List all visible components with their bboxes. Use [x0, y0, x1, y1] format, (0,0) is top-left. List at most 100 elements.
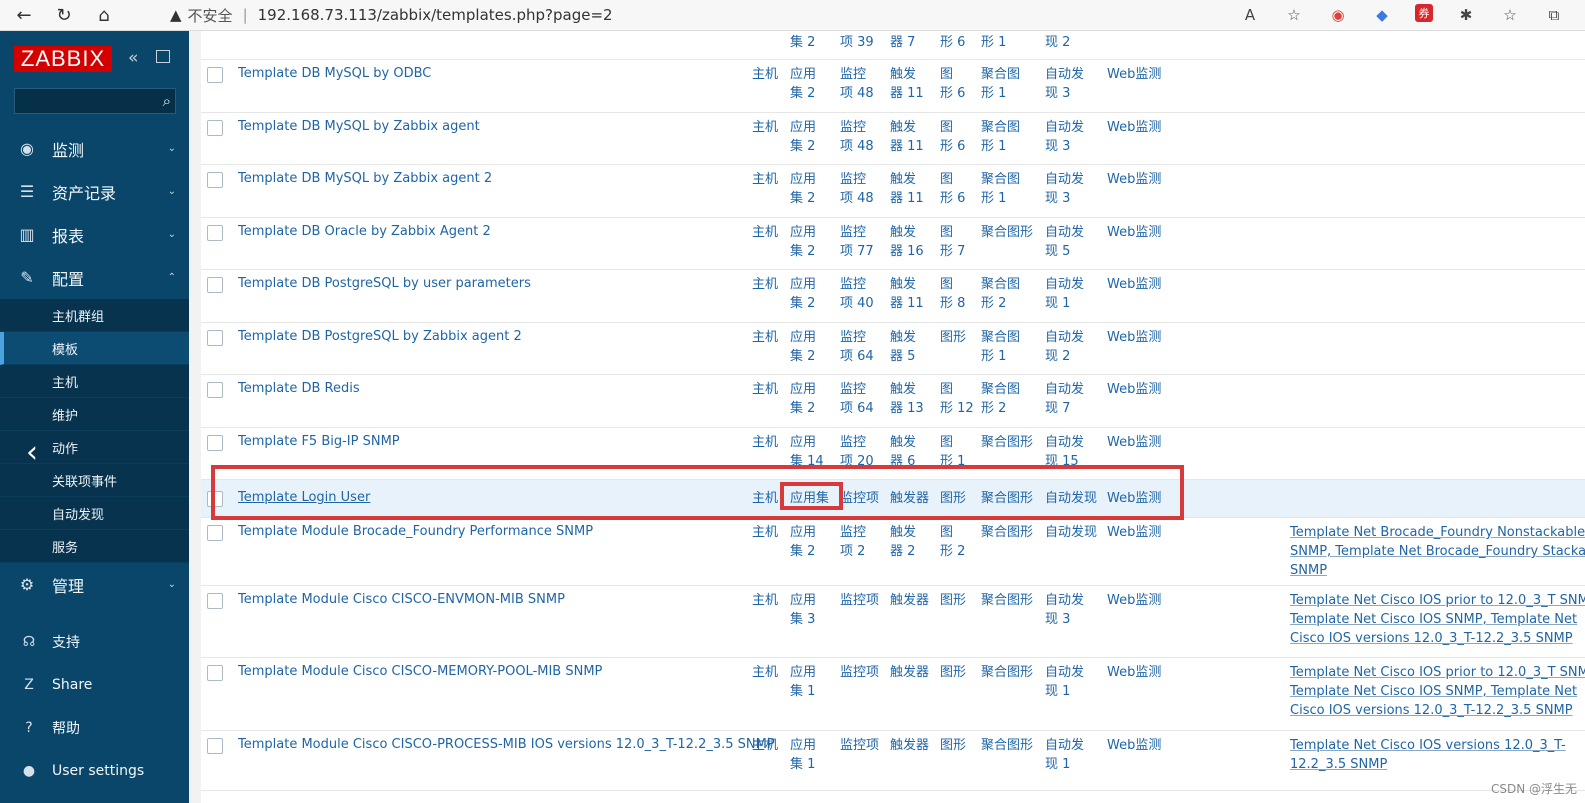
menu-support[interactable]: ☊ 支持	[0, 620, 190, 663]
graphs-link[interactable]: 形 6	[940, 84, 965, 103]
discovery-link[interactable]: 自动发	[1045, 433, 1084, 452]
items-link[interactable]: 项 48	[840, 137, 874, 156]
template-name-link[interactable]: Template DB PostgreSQL by Zabbix agent 2	[238, 329, 522, 344]
linked-templates-link[interactable]: Cisco IOS versions 12.0_3_T-12.2_3.5 SNM…	[1290, 701, 1573, 720]
apps-count[interactable]: 集 2	[790, 33, 815, 52]
screens-link[interactable]: 聚合图形	[981, 223, 1033, 242]
submenu-host-groups[interactable]: 主机群组	[0, 299, 190, 332]
discovery-link[interactable]: 现 1	[1045, 294, 1070, 313]
submenu-services[interactable]: 服务	[0, 530, 190, 563]
hosts-link[interactable]: 主机	[752, 170, 778, 189]
applications-link[interactable]: 应用	[790, 433, 816, 452]
web-scenarios-link[interactable]: Web监测	[1107, 663, 1161, 682]
triggers-link[interactable]: 触发	[890, 328, 916, 347]
web-scenarios-link[interactable]: Web监测	[1107, 433, 1161, 452]
hosts-link[interactable]: 主机	[752, 736, 778, 755]
discovery-link[interactable]: 自动发	[1045, 223, 1084, 242]
screens-link[interactable]: 聚合图形	[981, 591, 1033, 610]
applications-link[interactable]: 集 2	[790, 294, 815, 313]
submenu-templates[interactable]: 模板	[0, 332, 190, 365]
triggers-link[interactable]: 器 16	[890, 242, 924, 261]
submenu-discovery[interactable]: 自动发现	[0, 497, 190, 530]
row-checkbox[interactable]	[207, 525, 223, 541]
web-scenarios-link[interactable]: Web监测	[1107, 380, 1161, 399]
read-aloud-icon[interactable]: A	[1239, 4, 1261, 26]
discovery-link[interactable]: 现 7	[1045, 399, 1070, 418]
discovery-link[interactable]: 现 3	[1045, 84, 1070, 103]
linked-templates-link[interactable]: Template Net Cisco IOS SNMP, Template Ne…	[1290, 610, 1577, 629]
discovery-link[interactable]: 现 5	[1045, 242, 1070, 261]
discovery-link[interactable]: 现 1	[1045, 755, 1070, 774]
screens-link[interactable]: 聚合图形	[981, 663, 1033, 682]
discovery-link[interactable]: 自动发	[1045, 591, 1084, 610]
graphs-link[interactable]: 图	[940, 523, 953, 542]
triggers-link[interactable]: 触发	[890, 170, 916, 189]
applications-link[interactable]: 应用	[790, 591, 816, 610]
applications-link[interactable]: 应用	[790, 736, 816, 755]
applications-link[interactable]: 集 2	[790, 542, 815, 561]
discovery-link[interactable]: 自动发	[1045, 736, 1084, 755]
row-checkbox[interactable]	[207, 665, 223, 681]
items-link[interactable]: 监控	[840, 523, 866, 542]
applications-link[interactable]: 应用	[790, 523, 816, 542]
discovery-link[interactable]: 自动发	[1045, 663, 1084, 682]
template-name-link[interactable]: Template DB MySQL by Zabbix agent 2	[238, 171, 492, 186]
template-name-link[interactable]: Template Module Cisco CISCO-ENVMON-MIB S…	[238, 592, 565, 607]
row-checkbox[interactable]	[207, 225, 223, 241]
extensions-icon[interactable]: ✱	[1455, 4, 1477, 26]
web-scenarios-link[interactable]: Web监测	[1107, 275, 1161, 294]
discovery-link[interactable]: 自动发	[1045, 275, 1084, 294]
screens-count[interactable]: 形 1	[981, 33, 1006, 52]
applications-link[interactable]: 应用	[790, 663, 816, 682]
triggers-link[interactable]: 触发	[890, 223, 916, 242]
applications-link[interactable]: 应用	[790, 170, 816, 189]
extension-red-icon[interactable]: ◉	[1327, 4, 1349, 26]
graphs-link[interactable]: 图形	[940, 663, 966, 682]
discovery-link[interactable]: 自动发	[1045, 65, 1084, 84]
graphs-link[interactable]: 图	[940, 380, 953, 399]
menu-administration[interactable]: ⚙ 管理 ⌄	[0, 563, 190, 606]
triggers-link[interactable]: 器 11	[890, 137, 924, 156]
graphs-link[interactable]: 形 7	[940, 242, 965, 261]
graphs-link[interactable]: 图	[940, 433, 953, 452]
items-link[interactable]: 项 77	[840, 242, 874, 261]
screens-link[interactable]: 形 1	[981, 137, 1006, 156]
items-link[interactable]: 项 40	[840, 294, 874, 313]
items-link[interactable]: 监控项	[840, 736, 879, 755]
graphs-link[interactable]: 形 8	[940, 294, 965, 313]
applications-link[interactable]: 集 1	[790, 682, 815, 701]
graphs-link[interactable]: 图	[940, 170, 953, 189]
screens-link[interactable]: 聚合图	[981, 118, 1020, 137]
hosts-link[interactable]: 主机	[752, 118, 778, 137]
triggers-link[interactable]: 触发	[890, 380, 916, 399]
linked-templates-link[interactable]: 12.2_3.5 SNMP	[1290, 755, 1387, 774]
discovery-link[interactable]: 自动发	[1045, 380, 1084, 399]
hosts-link[interactable]: 主机	[752, 591, 778, 610]
hosts-link[interactable]: 主机	[752, 65, 778, 84]
row-checkbox[interactable]	[207, 738, 223, 754]
applications-link[interactable]: 应用	[790, 275, 816, 294]
graphs-link[interactable]: 图形	[940, 328, 966, 347]
triggers-link[interactable]: 触发	[890, 65, 916, 84]
menu-user-settings[interactable]: ● User settings	[0, 749, 190, 792]
back-arrow-icon[interactable]: ←	[8, 3, 40, 27]
triggers-link[interactable]: 器 2	[890, 542, 915, 561]
collections-icon[interactable]: ⧉	[1543, 4, 1565, 26]
screens-link[interactable]: 形 1	[981, 347, 1006, 366]
home-icon[interactable]: ⌂	[88, 3, 120, 27]
graphs-link[interactable]: 形 12	[940, 399, 974, 418]
web-scenarios-link[interactable]: Web监测	[1107, 223, 1161, 242]
hosts-link[interactable]: 主机	[752, 523, 778, 542]
graphs-link[interactable]: 图	[940, 65, 953, 84]
hosts-link[interactable]: 主机	[752, 380, 778, 399]
template-name-link[interactable]: Template F5 Big-IP SNMP	[238, 434, 400, 449]
search-icon[interactable]: ⌕	[163, 92, 171, 110]
applications-link[interactable]: 集 3	[790, 610, 815, 629]
items-link[interactable]: 监控	[840, 328, 866, 347]
menu-share[interactable]: Z Share	[0, 663, 190, 706]
graphs-count[interactable]: 形 6	[940, 33, 965, 52]
applications-link[interactable]: 集 2	[790, 189, 815, 208]
menu-inventory[interactable]: ☰ 资产记录 ⌄	[0, 170, 190, 213]
graphs-link[interactable]: 形 6	[940, 189, 965, 208]
linked-templates-link[interactable]: Template Net Cisco IOS SNMP, Template Ne…	[1290, 682, 1577, 701]
